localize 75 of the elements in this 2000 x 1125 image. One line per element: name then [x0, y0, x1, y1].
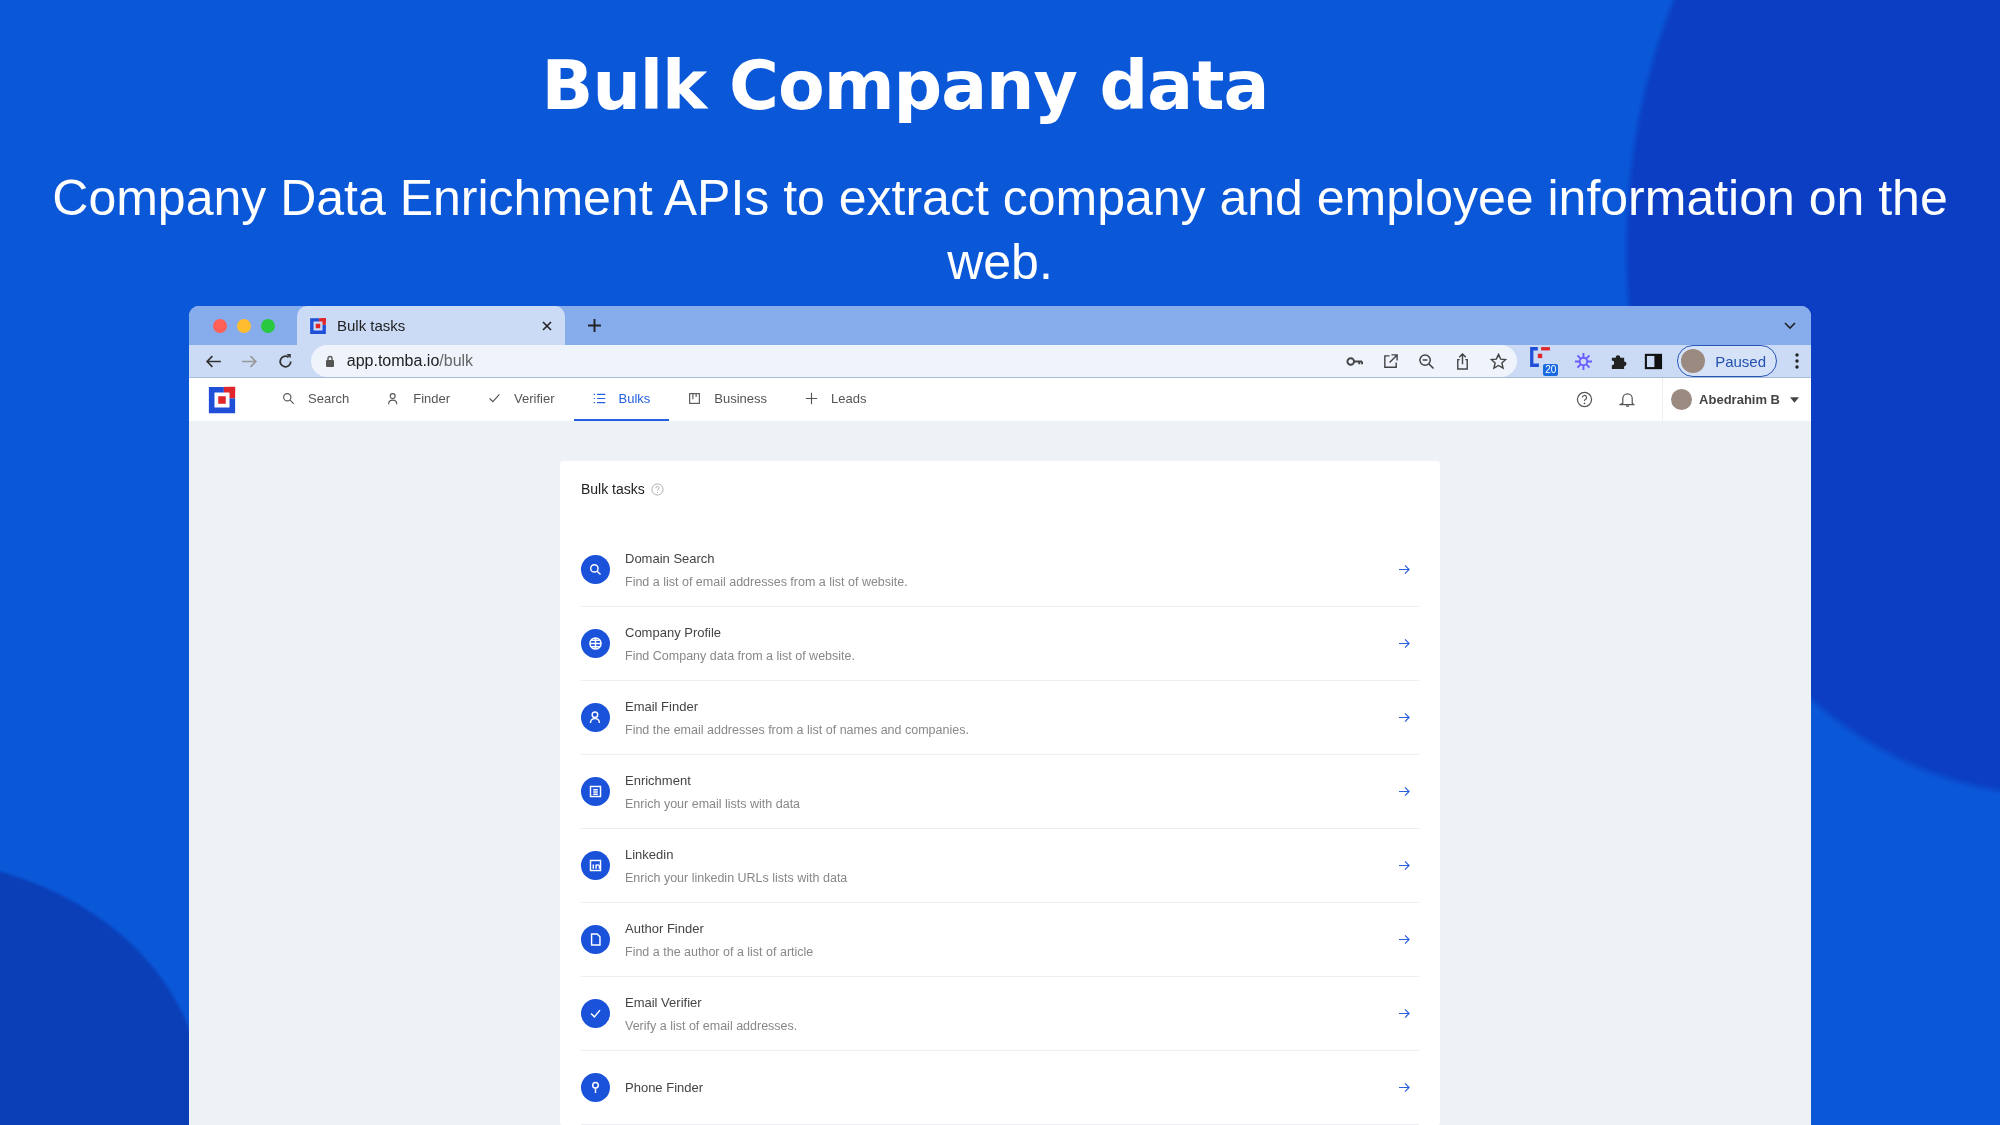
avatar-icon — [1671, 389, 1693, 410]
plus-icon — [805, 392, 819, 405]
search-icon — [282, 392, 295, 405]
reload-icon[interactable] — [276, 352, 294, 370]
task-title: Enrichment — [625, 772, 691, 788]
nav-tab[interactable]: Verifier — [469, 378, 574, 421]
avatar-icon — [1681, 349, 1706, 373]
nav-tab[interactable]: Business — [669, 378, 787, 421]
nav-tab[interactable]: Search — [263, 378, 369, 421]
task-title: Phone Finder — [625, 1080, 704, 1095]
check-icon — [581, 999, 610, 1028]
board-icon — [688, 392, 702, 405]
task-description: Find a list of email addresses from a list of website. — [625, 574, 908, 589]
task-title: Company Profile — [625, 624, 722, 640]
subheadline: Company Data Enrichment APIs to extract company and employee information on the web. — [51, 169, 1949, 292]
zoom-out-icon[interactable] — [1417, 352, 1435, 370]
list-icon — [592, 392, 606, 405]
task-row[interactable]: Linkedin Enrich your linkedin URLs lists with data — [581, 829, 1419, 903]
check-icon — [488, 392, 502, 405]
task-row[interactable]: Phone Finder — [581, 1051, 1419, 1125]
headline: Bulk Company data — [541, 45, 1269, 127]
nav-tab[interactable]: Finder — [368, 378, 470, 421]
task-description: Enrich your email lists with data — [625, 796, 801, 811]
profile-button[interactable]: Paused — [1677, 345, 1778, 377]
lock-icon — [324, 355, 335, 367]
logo-icon[interactable] — [207, 384, 237, 415]
task-row[interactable]: Email Finder Find the email addresses from a list of names and companies. — [581, 681, 1419, 755]
pin-icon — [581, 1073, 610, 1102]
user-menu[interactable]: Abedrahim B — [1662, 378, 1799, 421]
arrow-right-icon[interactable] — [1398, 786, 1411, 797]
task-title: Email Verifier — [625, 994, 702, 1010]
more-menu-icon[interactable] — [1795, 353, 1799, 369]
nav-tab[interactable]: Bulks — [573, 378, 670, 421]
logo-icon — [309, 316, 327, 335]
side-panel-icon[interactable] — [1644, 351, 1664, 371]
globe-icon — [581, 629, 610, 658]
task-description: Find a the author of a list of article — [625, 944, 814, 959]
close-icon[interactable] — [541, 319, 553, 332]
address-bar[interactable]: app.tomba.io/bulk — [310, 345, 1517, 377]
task-title: Linkedin — [625, 846, 674, 862]
arrow-right-icon[interactable] — [1398, 860, 1411, 871]
browser-tab[interactable]: Bulk tasks — [297, 306, 565, 345]
caret-icon — [1790, 396, 1799, 403]
help-icon[interactable] — [1576, 391, 1594, 408]
arrow-right-icon[interactable] — [1398, 712, 1411, 723]
task-title: Domain Search — [625, 550, 715, 566]
arrow-right-icon[interactable] — [1398, 1082, 1411, 1093]
card-title: Bulk tasks — [581, 481, 645, 497]
task-description: Find Company data from a list of website. — [625, 648, 855, 663]
arrow-right-icon[interactable] — [1398, 638, 1411, 649]
file-icon — [581, 925, 610, 954]
task-title: Author Finder — [625, 920, 704, 936]
new-tab-icon[interactable] — [587, 318, 602, 333]
search-icon — [581, 555, 610, 584]
extension-button[interactable]: 20 — [1528, 346, 1559, 376]
star-icon[interactable] — [1489, 352, 1507, 370]
task-description: Enrich your linkedin URLs lists with data — [625, 870, 848, 885]
task-row[interactable]: Author Finder Find a the author of a list of article — [581, 903, 1419, 977]
arrow-right-icon[interactable] — [1398, 1008, 1411, 1019]
task-row[interactable]: Company Profile Find Company data from a list of website. — [581, 607, 1419, 681]
linkedin-icon — [581, 851, 610, 880]
task-description: Find the email addresses from a list of names and companies. — [625, 722, 969, 737]
task-row[interactable]: Email Verifier Verify a list of email addresses. — [581, 977, 1419, 1051]
person-icon — [581, 703, 610, 732]
task-row[interactable]: Domain Search Find a list of email addresses from a list of website. — [581, 533, 1419, 607]
external-link-icon[interactable] — [1381, 352, 1399, 370]
task-description: Verify a list of email addresses. — [625, 1018, 798, 1033]
bell-icon[interactable] — [1619, 391, 1637, 408]
arrow-right-icon[interactable] — [1398, 564, 1411, 575]
nav-tab[interactable]: Leads — [786, 378, 886, 421]
arrow-right-icon[interactable] — [1398, 934, 1411, 945]
task-title: Email Finder — [625, 698, 698, 714]
asterisk-icon[interactable] — [1574, 351, 1594, 371]
task-row[interactable]: Enrichment Enrich your email lists with data — [581, 755, 1419, 829]
document-icon — [581, 777, 610, 806]
